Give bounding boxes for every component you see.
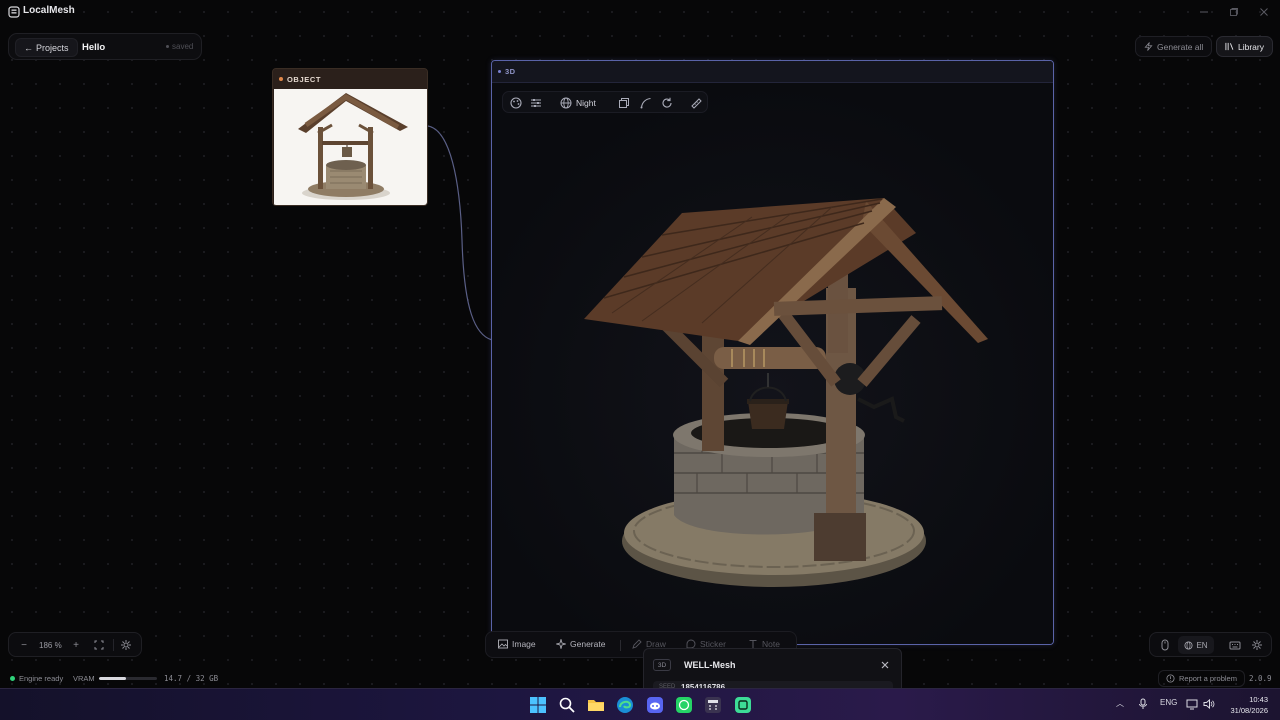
zoom-controls: − 186 % + (8, 632, 142, 657)
object-node[interactable]: OBJECT (272, 68, 428, 206)
arrow-left-icon: ← (24, 42, 33, 53)
generate-all-button[interactable]: Generate all (1135, 36, 1213, 57)
maximize-icon[interactable] (1226, 4, 1242, 20)
projects-back-button[interactable]: ← Projects (15, 38, 78, 57)
ruler-icon[interactable] (689, 96, 703, 110)
engine-status: Engine ready (10, 674, 63, 683)
mouse-icon[interactable] (1158, 638, 1172, 652)
app-logo-icon (8, 6, 20, 18)
rotate-icon[interactable] (660, 96, 674, 110)
zoom-level: 186 % (39, 641, 62, 650)
layers-icon[interactable] (617, 96, 631, 110)
clock-time: 10:43 (1249, 695, 1268, 704)
viewport-title: 3D (505, 67, 516, 76)
library-icon (1225, 42, 1234, 51)
zoom-out-icon[interactable]: − (17, 638, 31, 652)
zoom-divider (113, 639, 114, 651)
node-connector (427, 125, 493, 341)
sliders-icon[interactable] (529, 96, 543, 110)
viewport-toolbar: Night (502, 91, 708, 113)
report-problem-label: Report a problem (1179, 674, 1237, 683)
help-circle-icon (1166, 674, 1175, 683)
system-clock[interactable]: 10:43 31/08/2026 (1226, 694, 1268, 716)
dock-image-button[interactable]: Image (498, 639, 536, 649)
mesh-result-panel: 3D WELL-Mesh SEED 1854116786 (643, 648, 902, 690)
fit-view-icon[interactable] (92, 638, 106, 652)
clock-date: 31/08/2026 (1230, 706, 1268, 715)
project-name[interactable]: Hello (82, 42, 105, 53)
discord-icon[interactable] (646, 696, 664, 714)
title-bar: LocalMesh (0, 0, 1280, 24)
close-window-icon[interactable] (1256, 4, 1272, 20)
settings-gear-icon[interactable] (119, 638, 133, 652)
globe-icon (1184, 640, 1193, 650)
report-problem-button[interactable]: Report a problem (1158, 670, 1245, 687)
wishing-well-image (298, 93, 408, 200)
dock-generate-button[interactable]: Generate (556, 639, 605, 649)
image-icon (498, 639, 508, 649)
app-version: 2.0.9 (1249, 674, 1272, 683)
environment-night-label[interactable]: Night (576, 98, 596, 108)
lightning-icon (1144, 42, 1153, 51)
engine-status-label: Engine ready (19, 674, 64, 683)
zoom-in-icon[interactable]: + (69, 638, 83, 652)
vram-usage-fill (99, 677, 126, 680)
dock-divider (620, 640, 621, 651)
dock-generate-label: Generate (570, 639, 606, 649)
vram-usage-text: 14.7 / 32 GB (164, 674, 219, 683)
file-explorer-icon[interactable] (587, 696, 605, 714)
globe-icon[interactable] (559, 96, 573, 110)
microphone-icon[interactable] (1137, 698, 1149, 710)
library-button[interactable]: Library (1216, 36, 1273, 57)
vram-usage-bar (99, 677, 157, 680)
palette-icon[interactable] (509, 96, 523, 110)
localmesh-icon[interactable] (734, 696, 752, 714)
calculator-icon[interactable] (704, 696, 722, 714)
projects-back-label: Projects (36, 42, 69, 53)
os-taskbar: ︿ ENG 10:43 31/08/2026 (0, 688, 1280, 720)
object-node-header: OBJECT (273, 69, 427, 89)
object-reference-image (274, 89, 427, 205)
app-title: LocalMesh (23, 5, 75, 16)
volume-icon[interactable] (1203, 698, 1215, 710)
engine-status-dot-icon (10, 676, 15, 681)
tray-language[interactable]: ENG (1160, 698, 1177, 707)
windows-start-icon[interactable] (529, 696, 547, 714)
viewport-dot-icon (498, 70, 501, 73)
pencil-icon (632, 639, 642, 649)
well-3d-model[interactable] (492, 83, 1054, 645)
save-status: saved (166, 42, 193, 51)
curve-icon[interactable] (639, 96, 653, 110)
project-header: ← Projects Hello saved (8, 33, 202, 60)
object-dot-icon (279, 77, 283, 81)
object-node-title: OBJECT (287, 74, 322, 84)
network-icon[interactable] (1186, 698, 1198, 710)
saved-dot-icon (166, 45, 169, 48)
language-label: EN (1196, 640, 1208, 650)
search-icon[interactable] (558, 696, 576, 714)
viewport-header: 3D (492, 61, 1053, 83)
dock-image-label: Image (512, 639, 536, 649)
sparkle-icon (556, 639, 566, 649)
close-icon[interactable] (879, 659, 891, 671)
tray-overflow-icon[interactable]: ︿ (1116, 698, 1124, 709)
language-selector[interactable]: EN (1178, 636, 1214, 654)
viewport-3d-node[interactable]: 3D Night (491, 60, 1054, 645)
edge-browser-icon[interactable] (616, 696, 634, 714)
save-status-label: saved (172, 42, 194, 51)
mesh-title: WELL-Mesh (684, 660, 736, 670)
bottom-right-controls: EN (1149, 632, 1272, 657)
vram-label: VRAM (73, 674, 95, 683)
whatsapp-icon[interactable] (675, 696, 693, 714)
minimize-icon[interactable] (1196, 4, 1212, 20)
library-label: Library (1238, 41, 1264, 52)
settings-gear-icon[interactable] (1250, 638, 1264, 652)
generate-all-label: Generate all (1157, 41, 1204, 52)
mesh-type-badge: 3D (653, 659, 671, 671)
keyboard-icon[interactable] (1228, 638, 1242, 652)
